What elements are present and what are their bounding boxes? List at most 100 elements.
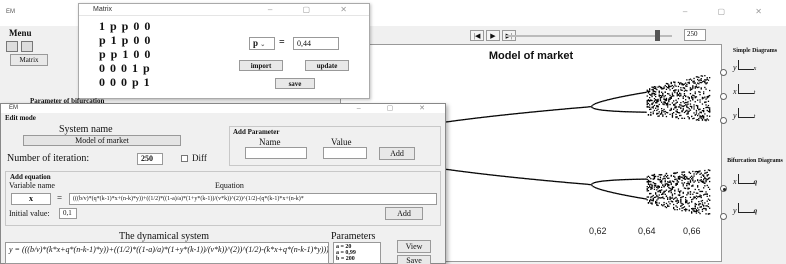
diff-checkbox[interactable] <box>181 155 188 162</box>
add-parameter-button[interactable]: Add <box>379 147 415 160</box>
edit-window-controls[interactable]: – ▢ ✕ <box>357 104 437 112</box>
scatter-point <box>701 96 704 99</box>
scatter-point <box>626 194 628 197</box>
initial-value-input[interactable]: 0,1 <box>59 208 77 219</box>
add-equation-button[interactable]: Add <box>385 207 423 220</box>
equation-input[interactable]: (((b/v)*(q*(k-1)*x+(n-k)*y))+((1/2)*((1-… <box>69 193 437 205</box>
scatter-point <box>651 187 653 190</box>
scatter-point <box>665 183 668 185</box>
scatter-point <box>454 169 456 172</box>
scatter-point <box>698 108 700 110</box>
radio-y-q[interactable] <box>720 213 727 220</box>
scatter-point <box>502 114 504 116</box>
scatter-point <box>520 112 522 114</box>
scatter-point <box>512 176 514 178</box>
matrix-window-controls[interactable]: – ▢ ✕ <box>268 5 361 14</box>
scatter-point <box>448 120 450 123</box>
scatter-point <box>661 174 663 176</box>
scatter-point <box>646 101 648 103</box>
rewind-button[interactable]: |◀ <box>470 30 484 41</box>
scatter-point <box>686 194 688 196</box>
scatter-point <box>620 110 622 113</box>
scatter-point <box>611 110 614 112</box>
scatter-point <box>705 79 707 81</box>
scatter-point <box>614 110 616 112</box>
scatter-point <box>703 111 705 113</box>
y-x-diagram-icon: yx <box>733 60 756 72</box>
scatter-point <box>611 98 614 100</box>
scatter-point <box>706 115 708 117</box>
save-button[interactable]: save <box>275 78 315 89</box>
scatter-point <box>701 103 704 105</box>
parameter-name-input[interactable] <box>245 147 307 159</box>
scatter-point <box>662 178 664 180</box>
play-button[interactable]: ▶ <box>486 30 500 41</box>
edit-icon[interactable] <box>21 41 33 52</box>
step-value-field[interactable]: 250 <box>684 29 706 41</box>
scatter-point <box>709 108 711 110</box>
parameters-list[interactable]: a = 20 a = 0,99 b = 200 <box>333 242 381 264</box>
iteration-slider-track[interactable] <box>506 35 672 37</box>
scatter-point <box>484 173 486 175</box>
scatter-point <box>694 171 696 173</box>
scatter-point <box>496 115 498 117</box>
import-button[interactable]: import <box>239 60 283 71</box>
scatter-point <box>571 107 573 109</box>
main-window-title: EM <box>6 9 15 15</box>
update-button[interactable]: update <box>305 60 349 71</box>
scatter-point <box>704 182 706 184</box>
radio-x-t[interactable] <box>720 93 727 100</box>
scatter-point <box>675 183 677 185</box>
scatter-point <box>699 94 701 96</box>
parameter-select[interactable]: p ⌄ <box>249 37 275 50</box>
save-system-button[interactable]: Save <box>397 255 431 264</box>
scatter-point <box>663 87 665 89</box>
scatter-point <box>655 192 657 194</box>
scatter-point <box>699 81 701 84</box>
scatter-point <box>687 96 689 98</box>
scatter-point <box>677 200 680 202</box>
scatter-point <box>668 181 670 183</box>
parameter-value-input[interactable] <box>323 147 367 159</box>
system-name-input[interactable]: Model of market <box>23 135 181 146</box>
scatter-point <box>615 110 617 112</box>
scatter-point <box>682 185 684 187</box>
radio-y-t[interactable] <box>720 117 727 124</box>
scatter-point <box>693 82 695 84</box>
iteration-slider-thumb[interactable] <box>655 30 660 41</box>
scatter-point <box>502 175 504 177</box>
scatter-point <box>676 101 678 103</box>
scatter-point <box>559 108 561 111</box>
radio-x-q[interactable] <box>720 185 727 192</box>
scatter-point <box>704 169 706 172</box>
scatter-point <box>511 113 513 115</box>
scatter-point <box>709 207 711 209</box>
scatter-point <box>511 176 513 178</box>
scatter-point <box>646 176 648 178</box>
scatter-point <box>673 86 675 88</box>
list-item[interactable]: b = 200 <box>336 256 378 262</box>
scatter-point <box>673 100 675 102</box>
scatter-point <box>663 101 665 103</box>
scatter-point <box>650 199 652 201</box>
scatter-point <box>626 178 628 181</box>
variable-name-input[interactable]: x <box>11 193 51 205</box>
scatter-point <box>596 108 598 110</box>
scatter-point <box>677 188 680 190</box>
main-window-controls[interactable]: – ▢ ✕ <box>683 7 776 16</box>
iterations-input[interactable]: 250 <box>137 153 163 165</box>
view-button[interactable]: View <box>397 240 431 253</box>
scatter-point <box>693 77 695 80</box>
scatter-point <box>563 181 566 183</box>
scatter-point <box>697 82 699 84</box>
parameter-value-input[interactable]: 0,44 <box>293 37 339 50</box>
dynamical-system-text[interactable]: y = (((b/v)*(k*x+q*(n-k-1)*y))+((1/2)*((… <box>5 242 329 264</box>
scatter-point <box>663 111 665 113</box>
matrix-button[interactable]: Matrix <box>10 54 48 66</box>
scatter-point <box>652 102 654 104</box>
scatter-point <box>473 117 476 119</box>
scatter-point <box>667 104 669 106</box>
scatter-point <box>683 187 686 189</box>
radio-y-x[interactable] <box>720 69 727 76</box>
save-disk-icon[interactable] <box>6 41 18 52</box>
